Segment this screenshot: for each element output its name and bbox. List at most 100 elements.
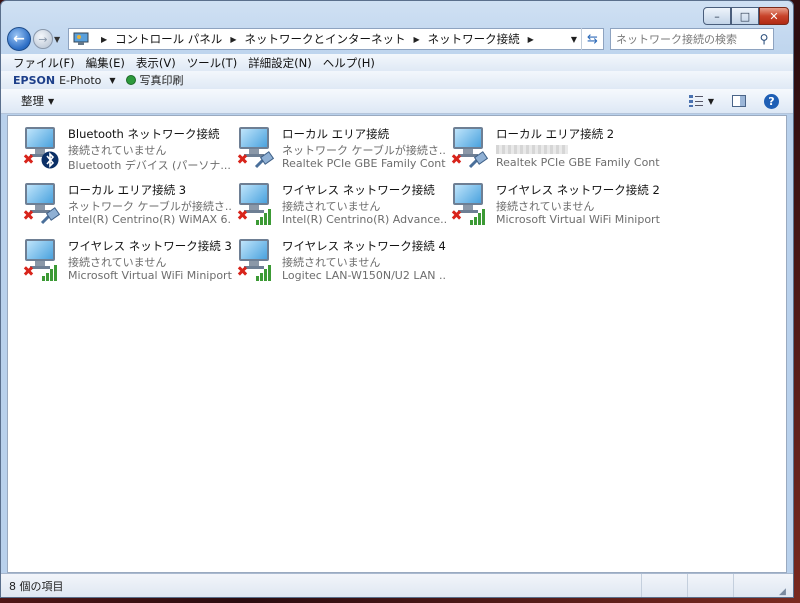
connection-item[interactable]: ✖ ワイヤレス ネットワーク接続 4 接続されていません Logitec LAN-W1… (236, 236, 450, 292)
connection-item[interactable]: ✖ ワイヤレス ネットワーク接続 2 接続されていません Microsoft Virt… (450, 180, 664, 236)
connections-grid: ✖ Bluetooth ネットワーク接続 接続されていません Bluetooth デバ… (22, 124, 664, 292)
maximize-button[interactable]: □ (731, 7, 759, 25)
connections-list: ✖ Bluetooth ネットワーク接続 接続されていません Bluetooth デバ… (7, 115, 787, 573)
monitor-icon (25, 127, 55, 149)
photo-print-icon (125, 75, 136, 85)
preview-pane-icon[interactable] (732, 95, 746, 107)
breadcrumb-network-internet[interactable]: ネットワークとインターネット (244, 31, 405, 47)
change-view-icon[interactable] (688, 94, 704, 108)
connection-text: ワイヤレス ネットワーク接続 2 接続されていません Microsoft Virtu… (496, 180, 660, 227)
connection-status: ネットワーク ケーブルが接続さ... (282, 144, 446, 156)
help-icon[interactable]: ? (764, 93, 779, 109)
disconnected-x-icon: ✖ (450, 208, 463, 224)
status-pane (733, 574, 779, 597)
view-dropdown-icon[interactable]: ▼ (708, 97, 714, 106)
connection-name: ローカル エリア接続 3 (68, 183, 187, 197)
recent-pages-dropdown[interactable]: ▼ (54, 35, 64, 44)
status-bar: 8 個の項目 ◢ (1, 573, 793, 597)
connection-item[interactable]: ✖ ワイヤレス ネットワーク接続 3 接続されていません Microsoft Virt… (22, 236, 236, 292)
search-input[interactable]: ネットワーク接続の検索 (616, 31, 755, 47)
ephoto-dropdown[interactable]: ▼ (109, 76, 115, 85)
search-icon[interactable]: ⚲ (755, 32, 773, 46)
status-pane (687, 574, 733, 597)
monitor-icon (239, 239, 269, 261)
network-connection-icon: ✖ (450, 124, 496, 170)
network-connection-icon: ✖ (22, 124, 68, 170)
explorer-window: – □ ✕ ← → ▼ ▶ コントロール パネル ▶ ネットワークとインターネッ… (0, 0, 794, 598)
signal-icon (254, 262, 274, 282)
close-button[interactable]: ✕ (759, 7, 789, 25)
monitor-icon (453, 127, 483, 149)
status-pane (641, 574, 687, 597)
cable-icon (254, 150, 275, 170)
back-button[interactable]: ← (7, 27, 31, 51)
address-controls: ▼ ⇆ (567, 28, 603, 50)
breadcrumb-separator: ▶ (101, 34, 108, 44)
status-bar-panes (641, 574, 779, 597)
menu-help[interactable]: ヘルプ(H) (323, 55, 375, 71)
menu-view[interactable]: 表示(V) (136, 55, 176, 71)
minimize-button[interactable]: – (703, 7, 731, 25)
connection-status: ネットワーク ケーブルが接続さ... (68, 200, 232, 212)
breadcrumb-network-connections[interactable]: ネットワーク接続 (428, 31, 520, 47)
connection-item[interactable]: ✖ ローカル エリア接続 2 Realtek PCIe GBE Family Con… (450, 124, 664, 180)
breadcrumb-control-panel[interactable]: コントロール パネル (115, 31, 222, 47)
connection-item[interactable]: ✖ ローカル エリア接続 3 ネットワーク ケーブルが接続さ... Intel(R) … (22, 180, 236, 236)
menu-bar: ファイル(F) 編集(E) 表示(V) ツール(T) 詳細設定(N) ヘルプ(H… (1, 54, 793, 71)
epson-toolbar: EPSON E-Photo ▼ 写真印刷 (1, 71, 793, 89)
connection-text: ワイヤレス ネットワーク接続 4 接続されていません Logitec LAN-W15… (282, 236, 446, 283)
breadcrumb-separator[interactable]: ▶ (230, 35, 236, 44)
connection-item[interactable]: ✖ ワイヤレス ネットワーク接続 接続されていません Intel(R) Centrin… (236, 180, 450, 236)
address-dropdown[interactable]: ▼ (567, 35, 581, 44)
connection-text: ワイヤレス ネットワーク接続 接続されていません Intel(R) Centrino… (282, 180, 446, 227)
menu-file[interactable]: ファイル(F) (13, 55, 75, 71)
connection-item[interactable]: ✖ Bluetooth ネットワーク接続 接続されていません Bluetooth デバ… (22, 124, 236, 180)
connection-name: ワイヤレス ネットワーク接続 4 (282, 239, 446, 253)
connection-name: ワイヤレス ネットワーク接続 (282, 183, 435, 197)
caption-buttons: – □ ✕ (703, 7, 789, 25)
connection-status: 接続されていません (68, 256, 167, 268)
refresh-icon[interactable]: ⇆ (581, 28, 603, 50)
disconnected-x-icon: ✖ (236, 264, 249, 280)
connection-status-redacted (496, 145, 568, 154)
disconnected-x-icon: ✖ (450, 152, 463, 168)
connection-text: ローカル エリア接続 3 ネットワーク ケーブルが接続さ... Intel(R) C… (68, 180, 232, 227)
monitor-icon (239, 183, 269, 205)
monitor-icon (239, 127, 269, 149)
network-connection-icon: ✖ (22, 236, 68, 282)
menu-tools[interactable]: ツール(T) (187, 55, 238, 71)
organize-button[interactable]: 整理 (21, 93, 44, 109)
monitor-icon (25, 183, 55, 205)
forward-button[interactable]: → (33, 29, 53, 49)
navigation-row: ← → ▼ ▶ コントロール パネル ▶ ネットワークとインターネット ▶ ネッ… (7, 27, 787, 51)
bluetooth-icon (40, 150, 60, 170)
network-connection-icon: ✖ (450, 180, 496, 226)
connection-name: Bluetooth ネットワーク接続 (68, 127, 220, 141)
connection-status: 接続されていません (68, 144, 167, 156)
resize-grip[interactable]: ◢ (779, 587, 793, 597)
connection-item[interactable]: ✖ ローカル エリア接続 ネットワーク ケーブルが接続さ... Realtek PCI… (236, 124, 450, 180)
connection-status: 接続されていません (282, 256, 381, 268)
connection-text: Bluetooth ネットワーク接続 接続されていません Bluetooth デバイ… (68, 124, 232, 171)
epson-logo: EPSON (13, 73, 56, 87)
menu-edit[interactable]: 編集(E) (86, 55, 125, 71)
disconnected-x-icon: ✖ (236, 152, 249, 168)
breadcrumb-separator[interactable]: ▶ (413, 35, 419, 44)
disconnected-x-icon: ✖ (22, 264, 35, 280)
signal-icon (468, 206, 488, 226)
photo-print-button[interactable]: 写真印刷 (140, 72, 184, 88)
connection-status: 接続されていません (496, 200, 595, 212)
connection-text: ローカル エリア接続 2 Realtek PCIe GBE Family Cont… (496, 124, 660, 170)
organize-dropdown-icon[interactable]: ▼ (48, 97, 54, 106)
command-bar-right: ▼ ? (688, 93, 779, 109)
ephoto-button[interactable]: E-Photo (59, 74, 101, 87)
address-bar[interactable]: ▶ コントロール パネル ▶ ネットワークとインターネット ▶ ネットワーク接続… (68, 28, 604, 50)
connection-device: Bluetooth デバイス (パーソナ... (68, 159, 231, 171)
item-count: 8 個の項目 (9, 579, 64, 593)
breadcrumb-separator[interactable]: ▶ (528, 35, 534, 44)
search-box[interactable]: ネットワーク接続の検索 ⚲ (610, 28, 774, 50)
menu-advanced[interactable]: 詳細設定(N) (248, 55, 312, 71)
connection-device: Microsoft Virtual WiFi Miniport... (68, 269, 232, 282)
monitor-icon (453, 183, 483, 205)
connection-device: Logitec LAN-W150N/U2 LAN ... (282, 269, 446, 282)
